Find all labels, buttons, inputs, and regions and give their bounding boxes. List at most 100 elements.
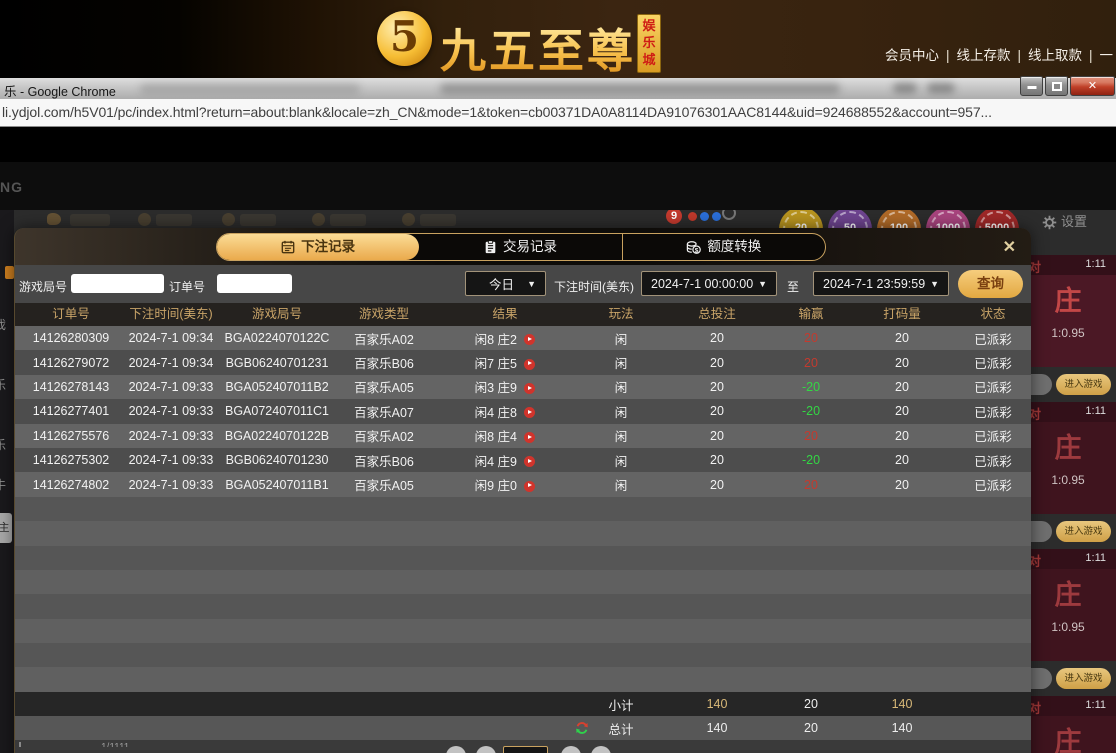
replay-icon[interactable]	[524, 334, 535, 345]
link-withdraw[interactable]: 线上取款	[1028, 48, 1082, 63]
replay-icon[interactable]	[524, 359, 535, 370]
enter-game-button[interactable]: 进入游戏	[1056, 668, 1111, 689]
column-header: 结果	[429, 303, 581, 326]
lobby-nav-icon	[47, 213, 61, 225]
bet-time-label: 下注时间(美东)	[554, 278, 634, 295]
to-datetime-select[interactable]: 2024-7-1 23:59:59▼	[813, 271, 949, 296]
total-bet: 140	[661, 721, 773, 735]
titlebar-smudge	[140, 83, 360, 94]
cell-order: 14126279072	[15, 356, 127, 370]
cell-turnover: 20	[849, 429, 955, 443]
black-strip	[0, 127, 1116, 162]
tab-transaction-records[interactable]: 交易记录	[419, 234, 621, 260]
close-button[interactable]: ✕	[1070, 76, 1115, 96]
pagination-bar	[15, 740, 1031, 753]
link-deposit[interactable]: 线上存款	[956, 48, 1010, 63]
search-button[interactable]: 查询	[958, 270, 1023, 298]
game-round-label: 游戏局号	[19, 278, 67, 295]
dot-icon	[688, 212, 697, 221]
lobby-nav-item	[330, 214, 366, 226]
address-bar[interactable]: li.ydjol.com/h5V01/pc/index.html?return=…	[0, 99, 1116, 127]
enter-game-button[interactable]: 进入游戏	[1056, 521, 1111, 542]
page-input[interactable]	[503, 746, 548, 753]
column-header: 游戏局号	[215, 303, 339, 326]
cell-bet: 20	[661, 331, 773, 345]
side-tab[interactable]: 主	[0, 513, 12, 543]
modal-close-icon[interactable]: ✕	[1003, 237, 1016, 257]
window-titlebar: 乐 - Google Chrome ✕	[0, 78, 1116, 99]
cell-status: 已派彩	[955, 451, 1031, 470]
banker-label: 庄	[1020, 569, 1116, 612]
cell-result: 闲8 庄2	[429, 329, 581, 348]
enter-game-button[interactable]: 进入游戏	[1056, 374, 1111, 395]
replay-icon[interactable]	[524, 481, 535, 492]
page-next-button[interactable]	[561, 746, 581, 753]
settings-label: 设置	[1061, 214, 1087, 229]
cell-order: 14126278143	[15, 380, 127, 394]
cell-time: 2024-7-1 09:33	[127, 478, 215, 492]
cell-turnover: 20	[849, 453, 955, 467]
cell-play: 闲	[581, 475, 661, 494]
lobby-settings-button[interactable]: 设置	[1042, 211, 1087, 230]
link-partial[interactable]: 一	[1100, 48, 1114, 63]
link-member-center[interactable]: 会员中心	[885, 48, 939, 63]
cell-turnover: 20	[849, 331, 955, 345]
cell-win: -20	[773, 404, 849, 418]
card-header: 对1:11	[1020, 402, 1116, 422]
cell-round: BGB06240701231	[215, 356, 339, 370]
page-prev-button[interactable]	[476, 746, 496, 753]
cell-play: 闲	[581, 377, 661, 396]
page-last-button[interactable]	[591, 746, 611, 753]
replay-icon[interactable]	[524, 456, 535, 467]
badge-char: 乐	[638, 34, 660, 51]
replay-icon[interactable]	[524, 383, 535, 394]
subtotal-label: 小计	[581, 695, 661, 714]
magnifier-icon	[722, 210, 736, 220]
refresh-icon[interactable]	[575, 721, 589, 735]
replay-icon[interactable]	[524, 407, 535, 418]
empty-row	[15, 643, 1031, 667]
card-buttons: 进入游戏	[1020, 661, 1116, 696]
order-label: 订单号	[169, 278, 205, 295]
column-header: 下注时间(美东)	[127, 303, 215, 326]
tab-bet-records[interactable]: 下注记录	[217, 234, 419, 260]
game-round-input[interactable]	[71, 274, 164, 293]
cell-round: BGB06240701230	[215, 453, 339, 467]
cell-play: 闲	[581, 402, 661, 421]
cell-status: 已派彩	[955, 426, 1031, 445]
replay-icon[interactable]	[524, 432, 535, 443]
table-body: 141262803092024-7-1 09:34BGA0224070122C百…	[15, 326, 1031, 692]
cell-play: 闲	[581, 451, 661, 470]
cell-bet: 20	[661, 453, 773, 467]
cell-turnover: 20	[849, 404, 955, 418]
game-area: 9 205010010005000 设置 戏 乐 乐 牛 主 对1:11庄1:0…	[0, 210, 1116, 753]
game-card: 对1:11庄1:0.95进入游戏	[1020, 549, 1116, 696]
table-header: 订单号下注时间(美东)游戏局号游戏类型结果玩法总投注输赢打码量状态	[15, 303, 1031, 326]
order-input[interactable]	[217, 274, 292, 293]
dot-icon	[712, 212, 721, 221]
range-select[interactable]: 今日▼	[465, 271, 546, 296]
empty-row	[15, 594, 1031, 618]
cell-order: 14126274802	[15, 478, 127, 492]
column-header: 打码量	[849, 303, 955, 326]
subtotal-win: 20	[773, 697, 849, 711]
cell-time: 2024-7-1 09:34	[127, 331, 215, 345]
brand-logo-icon: 5	[377, 11, 432, 66]
cell-win: -20	[773, 453, 849, 467]
maximize-button[interactable]	[1045, 76, 1068, 96]
minimize-button[interactable]	[1020, 76, 1043, 96]
cell-turnover: 20	[849, 380, 955, 394]
left-fragment: 乐	[0, 436, 6, 453]
card-timer: 1:11	[1085, 552, 1106, 564]
titlebar-smudge	[893, 83, 917, 93]
odds-label: 1:0.95	[1020, 620, 1116, 634]
cell-time: 2024-7-1 09:33	[127, 380, 215, 394]
from-datetime-select[interactable]: 2024-7-1 00:00:00▼	[641, 271, 777, 296]
cell-order: 14126280309	[15, 331, 127, 345]
cell-game: 百家乐A02	[339, 426, 429, 445]
tab-credit-transfer[interactable]: $额度转换	[622, 234, 825, 260]
cell-result: 闲3 庄9	[429, 377, 581, 396]
card-body: 庄 1:0.95	[1020, 569, 1116, 661]
cell-game: 百家乐A02	[339, 329, 429, 348]
page-first-button[interactable]	[446, 746, 466, 753]
